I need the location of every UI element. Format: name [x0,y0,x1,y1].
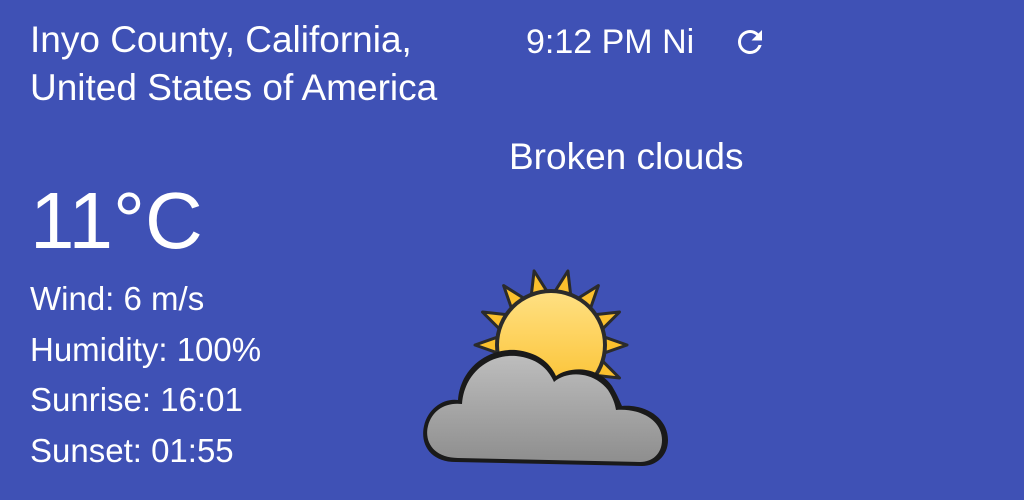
refresh-icon [737,29,762,54]
wind-info: Wind: 6 m/s [30,280,205,317]
sunrise-info: Sunrise: 16:01 [30,381,243,418]
location-title: Inyo County, California, United States o… [30,16,510,112]
weather-description: Broken clouds [509,136,744,177]
sunset-info: Sunset: 01:55 [30,431,234,469]
refresh-button[interactable] [728,20,772,64]
location-line-1: Inyo County, California, [30,19,412,60]
last-updated-time: 9:12 PM Ni [526,23,695,61]
temperature: 11°C [30,176,203,265]
humidity-info: Humidity: 100% [30,330,262,368]
broken-clouds-icon [423,269,668,466]
location-line-2: United States of America [30,67,438,108]
weather-details: Wind: 6 m/s Humidity: 100% Sunrise: 16:0… [30,274,261,476]
